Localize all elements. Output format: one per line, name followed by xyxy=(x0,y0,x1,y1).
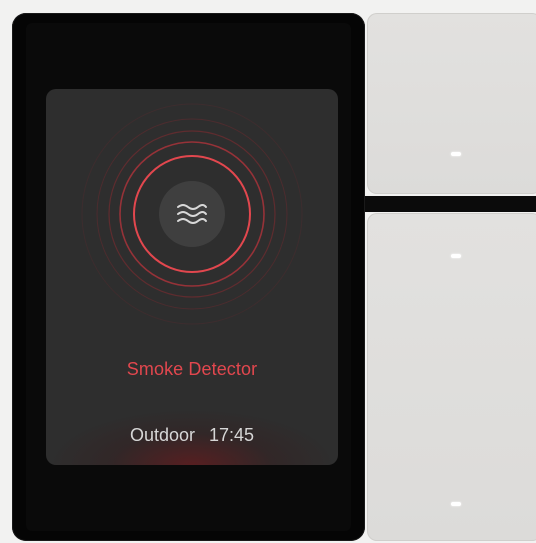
switch-divider xyxy=(365,196,536,212)
status-footer: Outdoor 17:45 xyxy=(46,425,338,446)
smoke-waves-icon xyxy=(177,204,207,224)
location-label: Outdoor xyxy=(129,425,195,445)
smart-panel-stage: Smoke Detector Outdoor 17:45 xyxy=(0,0,536,543)
bottom-switch-lower-indicator-icon xyxy=(451,502,461,506)
device-title: Smoke Detector xyxy=(126,359,258,379)
panel-screen[interactable]: Smoke Detector Outdoor 17:45 xyxy=(46,89,338,465)
top-switch-button[interactable] xyxy=(367,13,536,194)
top-switch-indicator-icon xyxy=(451,152,461,156)
bottom-switch-button[interactable] xyxy=(367,213,536,541)
time-label: 17:45 xyxy=(209,425,255,445)
smoke-icon-button[interactable] xyxy=(159,181,225,247)
bottom-switch-upper-indicator-icon xyxy=(451,254,461,258)
